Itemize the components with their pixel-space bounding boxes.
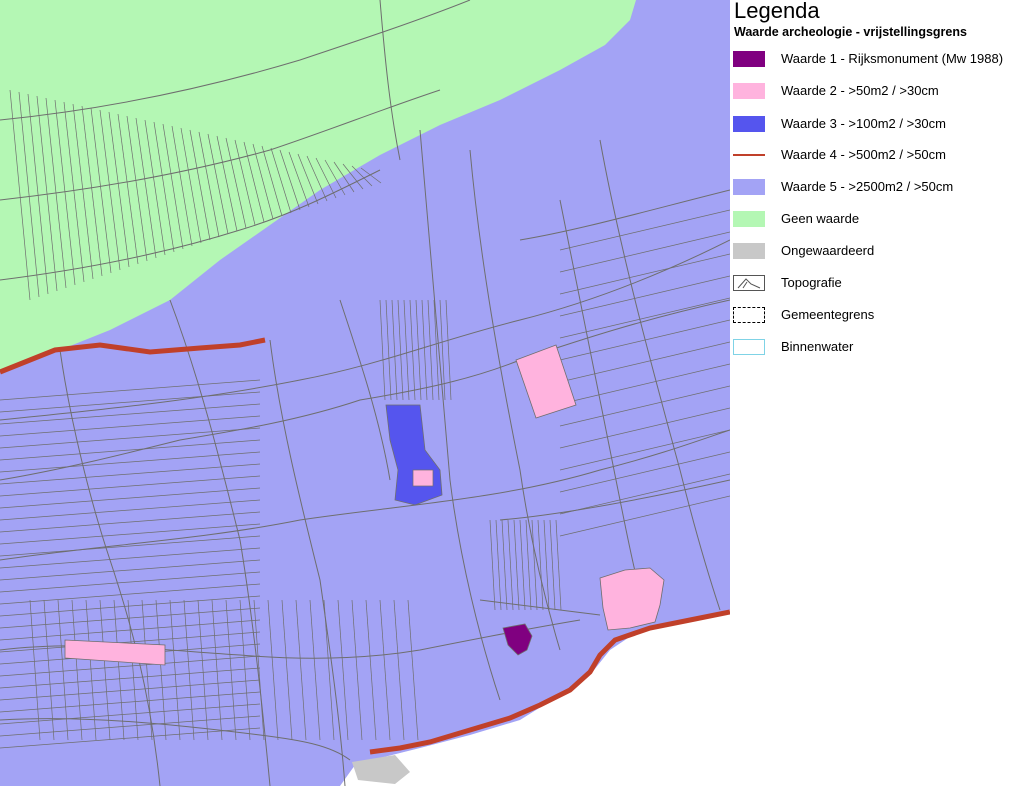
green-swatch-icon (733, 211, 765, 227)
purple-swatch-icon (733, 51, 765, 67)
legend-title: Legenda (734, 0, 820, 23)
legend-item-label: Waarde 5 - >2500m2 / >50cm (781, 179, 954, 194)
legend-item: Waarde 1 - Rijksmonument (Mw 1988) (730, 48, 1025, 70)
legend-item-label: Waarde 4 - >500m2 / >50cm (781, 147, 946, 162)
pink-swatch-icon (733, 83, 765, 99)
legend-panel: Legenda Waarde archeologie - vrijstellin… (730, 0, 1025, 786)
archaeology-map[interactable] (0, 0, 730, 786)
legend-item: Topografie (730, 272, 1025, 294)
map-canvas (0, 0, 730, 786)
legend-item: Geen waarde (730, 208, 1025, 230)
legend-item-label: Waarde 1 - Rijksmonument (Mw 1988) (781, 51, 1004, 66)
municipal-border-icon (733, 307, 765, 323)
legend-subtitle: Waarde archeologie - vrijstellingsgrens (734, 25, 967, 39)
legend-item: Gemeentegrens (730, 304, 1025, 326)
red-line-icon (733, 154, 765, 156)
zone-waarde-2-fort (599, 567, 665, 631)
legend-item: Waarde 2 - >50m2 / >30cm (730, 80, 1025, 102)
legend-item: Waarde 3 - >100m2 / >30cm (730, 113, 1025, 135)
legend-item: Ongewaardeerd (730, 240, 1025, 262)
legend-item: Binnenwater (730, 336, 1025, 358)
legend-item-label: Ongewaardeerd (781, 243, 875, 258)
legend-item: Waarde 4 - >500m2 / >50cm (730, 144, 1025, 166)
zone-waarde-2-centre (412, 469, 434, 487)
inland-water-icon (733, 339, 765, 355)
topography-icon (733, 275, 765, 291)
legend-item-label: Geen waarde (781, 211, 860, 226)
legend-item-label: Binnenwater (781, 339, 854, 354)
legend-item-label: Waarde 2 - >50m2 / >30cm (781, 83, 939, 98)
blue-swatch-icon (733, 116, 765, 132)
legend-item: Waarde 5 - >2500m2 / >50cm (730, 176, 1025, 198)
legend-item-label: Waarde 3 - >100m2 / >30cm (781, 116, 946, 131)
lavender-swatch-icon (733, 179, 765, 195)
legend-item-label: Gemeentegrens (781, 307, 875, 322)
grey-swatch-icon (733, 243, 765, 259)
legend-item-label: Topografie (781, 275, 842, 290)
